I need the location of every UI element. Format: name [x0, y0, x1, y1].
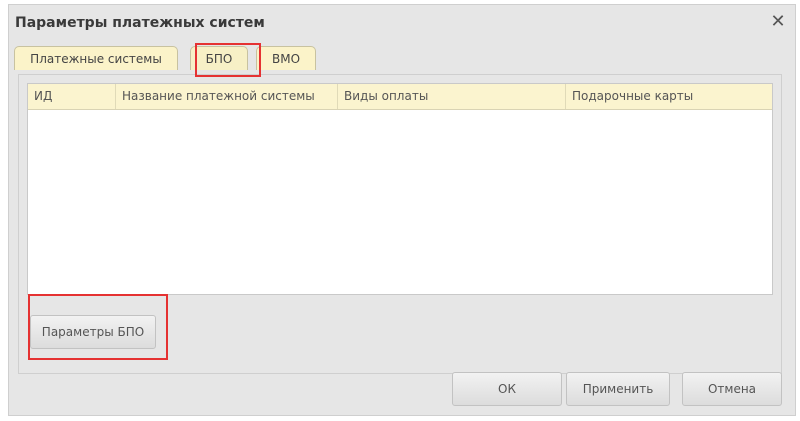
column-header-gift-cards[interactable]: Подарочные карты — [566, 84, 772, 109]
title-bar: Параметры платежных систем ✕ — [9, 5, 795, 41]
payment-systems-table[interactable]: ИД Название платежной системы Виды оплат… — [27, 83, 773, 295]
column-header-id[interactable]: ИД — [28, 84, 116, 109]
apply-button[interactable]: Применить — [566, 372, 670, 406]
column-header-payment-types[interactable]: Виды оплаты — [338, 84, 566, 109]
column-header-name[interactable]: Название платежной системы — [116, 84, 338, 109]
tab-vmo[interactable]: ВМО — [256, 46, 316, 70]
tab-bpo[interactable]: БПО — [190, 46, 248, 70]
cancel-button[interactable]: Отмена — [682, 372, 782, 406]
table-header: ИД Название платежной системы Виды оплат… — [28, 84, 772, 110]
close-icon[interactable]: ✕ — [767, 11, 789, 33]
window-title: Параметры платежных систем — [15, 15, 265, 31]
tab-payment-systems[interactable]: Платежные системы — [14, 46, 178, 70]
ok-button[interactable]: ОК — [452, 372, 562, 406]
bpo-params-button[interactable]: Параметры БПО — [30, 315, 156, 349]
